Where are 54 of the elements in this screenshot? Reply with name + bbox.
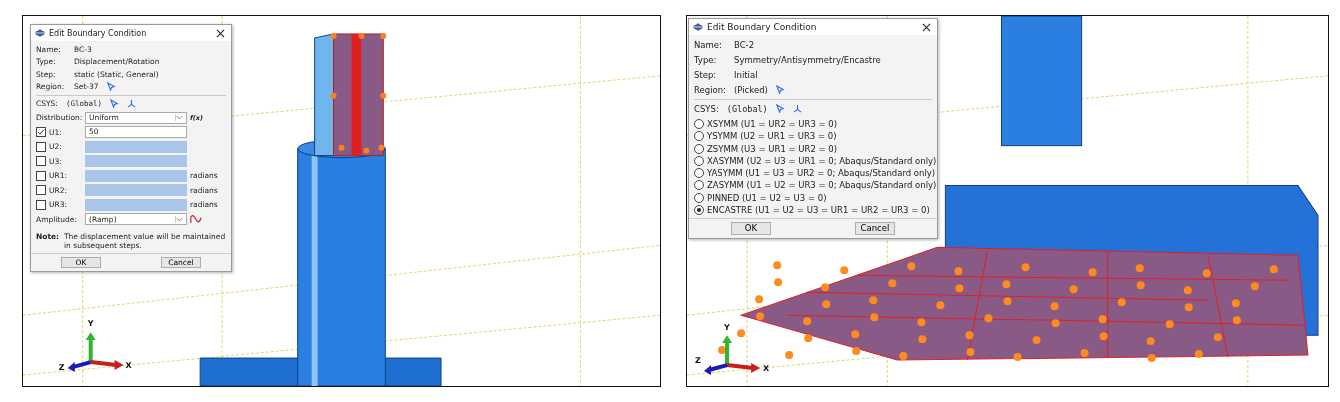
field-label: Type: (694, 54, 718, 65)
close-icon (216, 28, 225, 38)
axis-triad-icon (67, 332, 124, 373)
radio-icon[interactable] (694, 143, 704, 154)
axes-icon[interactable] (792, 104, 802, 113)
symmetry-radio-option[interactable]: XSYMM (U1 = UR2 = UR3 = 0) (694, 119, 932, 129)
field-value: BC-2 (734, 39, 755, 50)
dialog-title: Edit Boundary Condition (707, 22, 818, 32)
value-field[interactable] (85, 198, 187, 211)
dialog-title: Edit Boundary Condition (49, 28, 148, 38)
close-button[interactable] (214, 28, 227, 38)
axes-icon[interactable] (127, 98, 136, 108)
dialog-button[interactable]: Cancel (855, 222, 895, 236)
caret-icon (175, 215, 183, 223)
value-field[interactable] (85, 184, 187, 196)
field-label: Region: (694, 84, 726, 95)
caret-icon (175, 114, 183, 121)
field-label: Name: (694, 39, 723, 50)
app-icon (35, 29, 45, 37)
app-icon (693, 23, 703, 31)
checkbox-icon[interactable] (36, 185, 46, 195)
radio-icon[interactable] (694, 131, 704, 142)
axis-triad-icon (704, 335, 761, 376)
checkbox-icon[interactable] (36, 127, 46, 137)
symmetry-radio-option[interactable]: YSYMM (U2 = UR1 = UR3 = 0) (694, 131, 932, 142)
close-button[interactable] (920, 22, 933, 32)
value-field[interactable] (85, 169, 187, 182)
field-value: Symmetry/Antisymmetry/Encastre (734, 54, 881, 65)
radio-icon[interactable] (694, 119, 704, 129)
checkbox-icon[interactable] (36, 170, 46, 181)
axis-label: X (125, 361, 132, 371)
field-value: (Picked) (734, 84, 768, 95)
axis-label: Y (87, 319, 94, 329)
close-icon (922, 22, 931, 32)
checkbox-icon[interactable] (36, 156, 46, 166)
checkbox-icon[interactable] (36, 199, 46, 210)
symmetry-radio-option[interactable]: PINNED (U1 = U2 = U3 = 0) (694, 192, 932, 203)
checkbox-icon[interactable] (36, 141, 46, 152)
radio-icon[interactable] (694, 168, 704, 179)
radio-icon[interactable] (694, 205, 704, 216)
axis-label: Z (58, 363, 65, 373)
field-label: Step: (694, 69, 718, 80)
symmetry-radio-option[interactable]: ENCASTRE (U1 = U2 = U3 = UR1 = UR2 = UR3 = 0) (694, 205, 932, 216)
radio-icon[interactable] (694, 180, 704, 191)
value-field[interactable] (85, 155, 187, 167)
value-field[interactable] (85, 140, 187, 153)
radio-icon[interactable] (694, 192, 704, 203)
field-value: Initial (734, 69, 758, 80)
wave-icon[interactable] (190, 214, 202, 224)
radio-icon[interactable] (694, 155, 704, 166)
dialog-button[interactable]: OK (731, 222, 771, 236)
symmetry-radio-option[interactable]: ZSYMM (U3 = UR1 = UR2 = 0) (694, 143, 932, 154)
csys-value: (Global) (726, 103, 768, 114)
csys-label: CSYS: (694, 103, 719, 114)
